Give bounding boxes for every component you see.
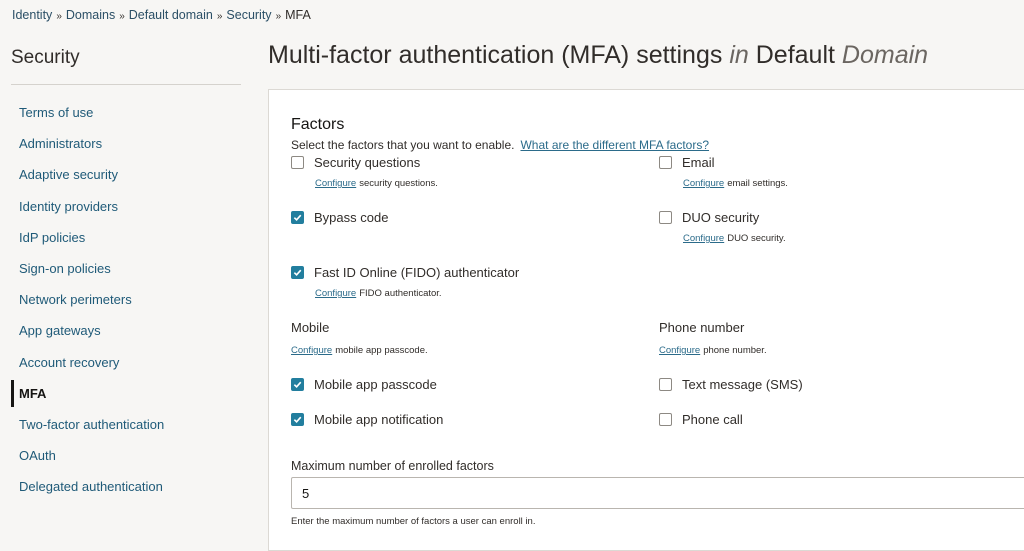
breadcrumb-domains[interactable]: Domains	[66, 8, 115, 22]
breadcrumb-default-domain[interactable]: Default domain	[129, 8, 213, 22]
mfa-factors-help-link[interactable]: What are the different MFA factors?	[520, 138, 709, 152]
sidebar-item-sign-on-policies[interactable]: Sign-on policies	[11, 253, 241, 284]
sidebar-item-adaptive-security[interactable]: Adaptive security	[11, 159, 241, 190]
mfa-settings-card: Factors Select the factors that you want…	[268, 89, 1024, 551]
sidebar-item-account-recovery[interactable]: Account recovery	[11, 347, 241, 378]
page-title-domain: Default	[755, 41, 835, 69]
configure-mobile-link[interactable]: Configure	[291, 345, 332, 356]
sms-label: Text message (SMS)	[682, 377, 803, 392]
max-factors-input[interactable]	[291, 477, 1024, 509]
mobile-config: Configure mobile app passcode.	[291, 345, 428, 356]
bypass-code-label: Bypass code	[314, 210, 389, 225]
factors-title: Factors	[291, 116, 345, 133]
sidebar-item-two-factor-authentication[interactable]: Two-factor authentication	[11, 409, 241, 440]
sidebar-title: Security	[11, 47, 80, 68]
duo-config-text: DUO security.	[727, 233, 786, 244]
checkmark-icon	[293, 416, 302, 424]
mobile-group-title: Mobile	[291, 320, 330, 335]
duo-security-checkbox[interactable]	[659, 211, 672, 224]
configure-duo-link[interactable]: Configure	[683, 233, 724, 244]
bypass-code-checkbox[interactable]	[291, 211, 304, 224]
checkmark-icon	[293, 269, 302, 277]
page-title: Multi-factor authentication (MFA) settin…	[268, 41, 928, 70]
bypass-code-option[interactable]: Bypass code	[291, 210, 388, 225]
sidebar-item-idp-policies[interactable]: IdP policies	[11, 222, 241, 253]
mobile-app-notification-checkbox[interactable]	[291, 413, 304, 426]
security-questions-config-text: security questions.	[359, 178, 438, 189]
duo-security-config: Configure DUO security.	[683, 233, 786, 244]
fido-option[interactable]: Fast ID Online (FIDO) authenticator	[291, 265, 519, 280]
sms-checkbox[interactable]	[659, 378, 672, 391]
breadcrumb-separator-icon: »	[275, 11, 282, 22]
duo-security-label: DUO security	[682, 210, 760, 225]
sms-option[interactable]: Text message (SMS)	[659, 377, 803, 392]
duo-security-option[interactable]: DUO security	[659, 210, 759, 225]
configure-email-link[interactable]: Configure	[683, 178, 724, 189]
factors-description-text: Select the factors that you want to enab…	[291, 138, 515, 152]
breadcrumb-current: MFA	[285, 8, 311, 22]
page-title-domain-suffix: Domain	[841, 41, 929, 69]
configure-fido-link[interactable]: Configure	[315, 288, 356, 299]
breadcrumb-separator-icon: »	[119, 11, 125, 22]
email-config: Configure email settings.	[683, 178, 788, 189]
page-title-in: in	[729, 41, 749, 69]
sidebar-divider	[11, 84, 241, 85]
sidebar-item-identity-providers[interactable]: Identity providers	[11, 191, 241, 222]
security-questions-config: Configure security questions.	[315, 178, 438, 189]
breadcrumb-security[interactable]: Security	[226, 8, 271, 22]
email-label: Email	[682, 155, 715, 170]
configure-security-questions-link[interactable]: Configure	[315, 178, 356, 189]
mobile-app-passcode-label: Mobile app passcode	[314, 377, 437, 392]
security-questions-label: Security questions	[314, 155, 421, 170]
fido-config-text: FIDO authenticator.	[359, 288, 442, 299]
page-title-main: Multi-factor authentication (MFA) settin…	[268, 41, 723, 69]
fido-label: Fast ID Online (FIDO) authenticator	[314, 265, 520, 280]
fido-config: Configure FIDO authenticator.	[315, 288, 442, 299]
breadcrumb-separator-icon: »	[56, 11, 62, 22]
factors-description: Select the factors that you want to enab…	[291, 138, 709, 152]
mobile-app-notification-option[interactable]: Mobile app notification	[291, 412, 443, 427]
phone-call-option[interactable]: Phone call	[659, 412, 743, 427]
security-questions-option[interactable]: Security questions	[291, 155, 420, 170]
mobile-app-notification-label: Mobile app notification	[314, 412, 444, 427]
email-config-text: email settings.	[727, 178, 788, 189]
max-factors-help: Enter the maximum number of factors a us…	[291, 516, 536, 527]
email-option[interactable]: Email	[659, 155, 715, 170]
phone-config-text: phone number.	[703, 345, 767, 356]
sidebar-item-terms-of-use[interactable]: Terms of use	[11, 97, 241, 128]
max-factors-label: Maximum number of enrolled factors	[291, 459, 494, 473]
checkmark-icon	[293, 381, 302, 389]
breadcrumb: Identity» Domains» Default domain» Security…	[12, 8, 311, 22]
mobile-app-passcode-option[interactable]: Mobile app passcode	[291, 377, 437, 392]
sidebar-nav: Terms of use Administrators Adaptive sec…	[11, 97, 241, 502]
phone-config: Configure phone number.	[659, 345, 767, 356]
sidebar-item-oauth[interactable]: OAuth	[11, 440, 241, 471]
mobile-app-passcode-checkbox[interactable]	[291, 378, 304, 391]
phone-group-title: Phone number	[659, 320, 745, 335]
mobile-config-text: mobile app passcode.	[335, 345, 428, 356]
configure-phone-link[interactable]: Configure	[659, 345, 700, 356]
breadcrumb-separator-icon: »	[216, 11, 223, 22]
security-questions-checkbox[interactable]	[291, 156, 304, 169]
sidebar-item-mfa[interactable]: MFA	[11, 378, 241, 409]
phone-call-checkbox[interactable]	[659, 413, 672, 426]
sidebar-item-delegated-authentication[interactable]: Delegated authentication	[11, 471, 241, 502]
sidebar-item-app-gateways[interactable]: App gateways	[11, 315, 241, 346]
email-checkbox[interactable]	[659, 156, 672, 169]
fido-checkbox[interactable]	[291, 266, 304, 279]
breadcrumb-identity[interactable]: Identity	[12, 8, 52, 22]
sidebar-item-administrators[interactable]: Administrators	[11, 128, 241, 159]
phone-call-label: Phone call	[682, 412, 743, 427]
checkmark-icon	[293, 214, 302, 222]
sidebar-item-network-perimeters[interactable]: Network perimeters	[11, 284, 241, 315]
